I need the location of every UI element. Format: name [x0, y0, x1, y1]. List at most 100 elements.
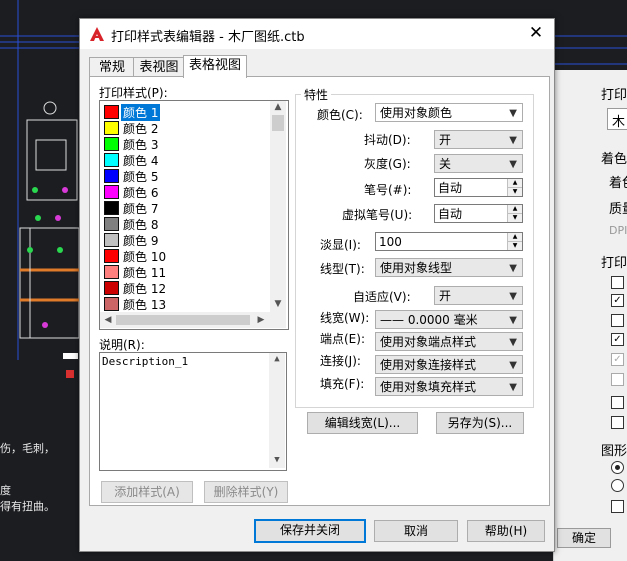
color-swatch — [104, 265, 119, 279]
scroll-up-icon[interactable]: ▲ — [270, 354, 284, 364]
spin-up-icon[interactable]: ▲ — [508, 179, 522, 188]
virtual-pen-spinner[interactable]: 自动 ▲ ▼ — [434, 204, 523, 223]
list-item[interactable]: 颜色 7 — [102, 199, 266, 216]
rp-checkbox-3[interactable] — [611, 314, 624, 327]
color-swatch — [104, 297, 119, 311]
grayscale-combo[interactable]: 关 ▼ — [434, 154, 523, 173]
virtual-pen-label: 虚拟笔号(U): — [342, 208, 413, 222]
properties-group-title: 特性 — [301, 86, 332, 103]
scroll-down-icon[interactable]: ▼ — [270, 455, 284, 465]
rp-radio-2[interactable] — [611, 479, 624, 492]
rp-ok-button[interactable]: 确定 — [557, 528, 611, 548]
list-item[interactable]: 颜色 9 — [102, 231, 266, 248]
scroll-left-icon[interactable]: ◀ — [101, 315, 115, 325]
plot-styles-label: 打印样式(P): — [99, 86, 168, 100]
pen-number-spinner[interactable]: 自动 ▲ ▼ — [434, 178, 523, 197]
color-swatch — [104, 201, 119, 215]
spin-down-icon[interactable]: ▼ — [508, 242, 522, 250]
chevron-down-icon: ▼ — [509, 263, 517, 274]
color-swatch — [104, 121, 119, 135]
joinstyle-combo[interactable]: 使用对象连接样式 ▼ — [375, 355, 523, 374]
rp-checkbox-9[interactable] — [611, 500, 624, 513]
chevron-down-icon: ▼ — [509, 135, 517, 146]
rp-checkbox-5[interactable]: ✓ — [611, 353, 624, 366]
color-swatch — [104, 185, 119, 199]
add-style-button[interactable]: 添加样式(A) — [101, 481, 193, 503]
combo-value: 使用对象填充样式 — [380, 380, 477, 394]
chevron-down-icon: ▼ — [509, 291, 517, 302]
color-swatch — [104, 153, 119, 167]
rp-checkbox-4[interactable]: ✓ — [611, 333, 624, 346]
help-button[interactable]: 帮助(H) — [467, 520, 545, 542]
tab-general[interactable]: 常规 — [89, 57, 135, 78]
list-item[interactable]: 颜色 8 — [102, 215, 266, 232]
scroll-thumb[interactable] — [272, 115, 284, 131]
edit-lineweights-button[interactable]: 编辑线宽(L)... — [307, 412, 418, 434]
chevron-down-icon: ▼ — [509, 315, 517, 326]
endstyle-label: 端点(E): — [320, 332, 365, 346]
close-icon[interactable]: ✕ — [526, 23, 546, 43]
list-item[interactable]: 颜色 1 — [102, 103, 266, 122]
spin-up-icon[interactable]: ▲ — [508, 205, 522, 214]
cancel-button[interactable]: 取消 — [374, 520, 458, 542]
description-textarea[interactable]: Description_1 ▲ ▼ — [99, 352, 287, 471]
save-and-close-button[interactable]: 保存并关闭 — [254, 519, 366, 543]
rp-checkbox-8[interactable] — [611, 416, 624, 429]
combo-value: 使用对象颜色 — [380, 106, 453, 120]
combo-value: 使用对象连接样式 — [380, 358, 477, 372]
color-swatch — [104, 217, 119, 231]
description-scrollbar[interactable]: ▲ ▼ — [269, 353, 285, 468]
linetype-label: 线型(T): — [320, 262, 365, 276]
list-item[interactable]: 颜色 13 — [102, 295, 266, 312]
rp-checkbox-7[interactable] — [611, 396, 624, 409]
list-item[interactable]: 颜色 10 — [102, 247, 266, 264]
rp-label-orientation: 图形 — [601, 444, 627, 459]
dither-combo[interactable]: 开 ▼ — [434, 130, 523, 149]
color-label: 颜色(C): — [317, 108, 363, 122]
tab-form-view[interactable]: 表格视图 — [183, 55, 247, 78]
rp-radio-1[interactable] — [611, 461, 624, 474]
combo-value: 使用对象线型 — [380, 261, 453, 275]
screening-label: 淡显(I): — [320, 238, 361, 252]
styles-horizontal-scrollbar[interactable]: ◀ ▶ — [100, 312, 286, 328]
list-item[interactable]: 颜色 12 — [102, 279, 266, 296]
list-item[interactable]: 颜色 11 — [102, 263, 266, 280]
color-swatch — [104, 105, 119, 119]
lineweight-combo[interactable]: —— 0.0000 毫米 ▼ — [375, 310, 523, 329]
rp-checkbox-1[interactable] — [611, 276, 624, 289]
fillstyle-combo[interactable]: 使用对象填充样式 ▼ — [375, 377, 523, 396]
rp-combo[interactable]: 木 — [607, 108, 627, 130]
spinner-value: 100 — [379, 235, 402, 249]
scroll-down-icon[interactable]: ▼ — [271, 299, 285, 309]
styles-vertical-scrollbar[interactable]: ▲ ▼ — [270, 101, 286, 312]
list-item[interactable]: 颜色 4 — [102, 151, 266, 168]
spin-down-icon[interactable]: ▼ — [508, 188, 522, 196]
save-as-button[interactable]: 另存为(S)... — [436, 412, 524, 434]
color-swatch — [104, 249, 119, 263]
spinner-value: 自动 — [438, 207, 463, 221]
color-combo[interactable]: 使用对象颜色 ▼ — [375, 103, 523, 122]
rp-checkbox-2[interactable]: ✓ — [611, 294, 624, 307]
spin-down-icon[interactable]: ▼ — [508, 214, 522, 222]
scroll-up-icon[interactable]: ▲ — [271, 102, 285, 112]
list-item[interactable]: 颜色 3 — [102, 135, 266, 152]
rp-checkbox-6[interactable] — [611, 373, 624, 386]
color-swatch — [104, 281, 119, 295]
list-item[interactable]: 颜色 5 — [102, 167, 266, 184]
adaptive-combo[interactable]: 开 ▼ — [434, 286, 523, 305]
cad-note-1: 伤，毛刺， — [0, 442, 55, 455]
combo-value: 关 — [439, 157, 452, 171]
scroll-thumb[interactable] — [116, 315, 250, 325]
plot-styles-list[interactable]: 颜色 1 颜色 2 颜色 3 颜色 4 颜色 5 颜色 6 颜色 7 颜色 8 … — [99, 100, 289, 330]
spin-up-icon[interactable]: ▲ — [508, 233, 522, 242]
list-item[interactable]: 颜色 2 — [102, 119, 266, 136]
list-item[interactable]: 颜色 6 — [102, 183, 266, 200]
scroll-right-icon[interactable]: ▶ — [254, 315, 268, 325]
linetype-combo[interactable]: 使用对象线型 ▼ — [375, 258, 523, 277]
endstyle-combo[interactable]: 使用对象端点样式 ▼ — [375, 332, 523, 351]
tab-table-view[interactable]: 表视图 — [133, 57, 185, 78]
dialog-title: 打印样式表编辑器 - 木厂图纸.ctb — [111, 30, 305, 45]
chevron-down-icon: ▼ — [509, 382, 517, 393]
screening-spinner[interactable]: 100 ▲ ▼ — [375, 232, 523, 251]
delete-style-button[interactable]: 删除样式(Y) — [204, 481, 288, 503]
